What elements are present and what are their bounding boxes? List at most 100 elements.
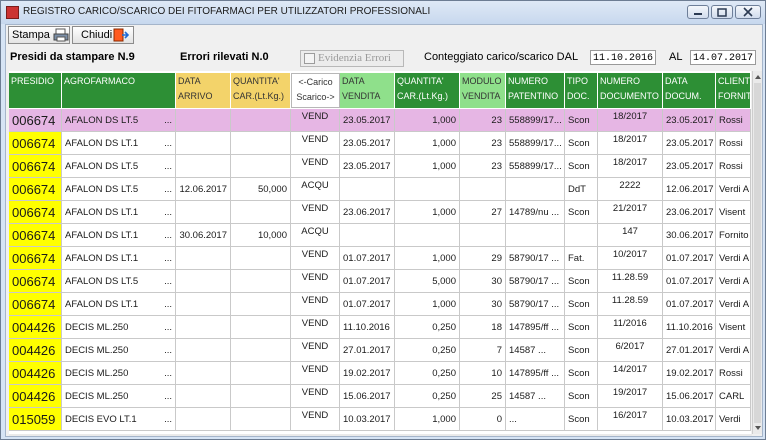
cell-tipo-mov[interactable]: VEND <box>291 247 340 270</box>
table-row[interactable]: 004426 DECIS ML.250... VEND 27.01.2017 0,250… <box>9 339 751 362</box>
cell-data-doc[interactable]: 01.07.2017 <box>663 270 716 293</box>
cell-num-doc[interactable]: 11/2016 <box>598 316 663 339</box>
cell-tipo-mov[interactable]: VEND <box>291 201 340 224</box>
cell-presidio[interactable]: 006674 <box>9 132 62 155</box>
cell-patentino[interactable]: 14587 ... <box>506 339 565 362</box>
cell-tipo-mov[interactable]: ACQU <box>291 224 340 247</box>
scroll-track[interactable] <box>754 83 761 423</box>
register-grid[interactable]: PRESIDIO AGROFARMACO DATA ARRIVO QUANTITA… <box>9 71 751 434</box>
cell-agro[interactable]: AFALON DS LT.1... <box>62 201 176 224</box>
col-header-numero-doc[interactable]: NUMERO DOCUMENTO <box>598 73 663 108</box>
cell-data-arrivo[interactable] <box>176 293 231 316</box>
minimize-button[interactable] <box>687 5 709 19</box>
cell-presidio[interactable]: 006674 <box>9 224 62 247</box>
col-header-modulo[interactable]: MODULO VENDITA <box>460 73 506 108</box>
cell-cliente[interactable]: Verdi A <box>716 178 751 201</box>
cell-qta-vend[interactable]: 1,000 <box>395 132 460 155</box>
col-header-data-arrivo[interactable]: DATA ARRIVO <box>176 73 231 108</box>
cell-agro[interactable]: AFALON DS LT.1... <box>62 247 176 270</box>
cell-qta-car[interactable] <box>231 316 291 339</box>
cell-patentino[interactable]: ... <box>506 408 565 431</box>
cell-num-doc[interactable]: 14/2017 <box>598 362 663 385</box>
cell-qta-vend[interactable]: 1,000 <box>395 109 460 132</box>
col-header-cliente[interactable]: CLIENTE FORNITORE <box>716 73 751 108</box>
cell-cliente[interactable]: Verdi A <box>716 247 751 270</box>
cell-presidio[interactable]: 006674 <box>9 270 62 293</box>
cell-qta-car[interactable] <box>231 270 291 293</box>
cell-qta-vend[interactable]: 1,000 <box>395 201 460 224</box>
cell-tipo-doc[interactable]: Scon <box>565 385 598 408</box>
cell-data-doc[interactable]: 23.05.2017 <box>663 109 716 132</box>
cell-agro[interactable]: AFALON DS LT.1... <box>62 132 176 155</box>
table-row[interactable]: 006674 AFALON DS LT.5... VEND 23.05.2017 1,0… <box>9 109 751 132</box>
cell-data-doc[interactable]: 12.06.2017 <box>663 178 716 201</box>
cell-agro[interactable]: AFALON DS LT.5... <box>62 178 176 201</box>
cell-data-vendita[interactable] <box>340 178 395 201</box>
cell-num-doc[interactable]: 147 <box>598 224 663 247</box>
cell-tipo-mov[interactable]: VEND <box>291 385 340 408</box>
cell-presidio[interactable]: 015059 <box>9 408 62 431</box>
cell-qta-car[interactable] <box>231 362 291 385</box>
cell-modulo[interactable]: 30 <box>460 270 506 293</box>
cell-data-vendita[interactable]: 23.05.2017 <box>340 109 395 132</box>
cell-patentino[interactable]: 147895/ff ... <box>506 362 565 385</box>
cell-data-arrivo[interactable] <box>176 339 231 362</box>
cell-num-doc[interactable]: 18/2017 <box>598 109 663 132</box>
cell-num-doc[interactable]: 10/2017 <box>598 247 663 270</box>
col-header-qta-vendita[interactable]: QUANTITA' CAR.(Lt.Kg.) <box>395 73 460 108</box>
cell-data-vendita[interactable]: 15.06.2017 <box>340 385 395 408</box>
cell-presidio[interactable]: 006674 <box>9 109 62 132</box>
cell-data-arrivo[interactable] <box>176 155 231 178</box>
cell-data-vendita[interactable] <box>340 224 395 247</box>
cell-tipo-mov[interactable]: VEND <box>291 132 340 155</box>
cell-presidio[interactable]: 004426 <box>9 339 62 362</box>
cell-cliente[interactable]: Visent <box>716 201 751 224</box>
cell-data-doc[interactable]: 23.05.2017 <box>663 155 716 178</box>
cell-qta-vend[interactable]: 0,250 <box>395 385 460 408</box>
cell-modulo[interactable]: 18 <box>460 316 506 339</box>
cell-data-vendita[interactable]: 27.01.2017 <box>340 339 395 362</box>
cell-qta-vend[interactable]: 0,250 <box>395 316 460 339</box>
cell-tipo-doc[interactable]: Scon <box>565 155 598 178</box>
cell-qta-vend[interactable]: 1,000 <box>395 155 460 178</box>
cell-qta-vend[interactable]: 1,000 <box>395 408 460 431</box>
horizontal-scrollbar[interactable] <box>9 434 752 436</box>
cell-qta-car[interactable] <box>231 155 291 178</box>
cell-modulo[interactable]: 27 <box>460 201 506 224</box>
col-header-presidio[interactable]: PRESIDIO <box>9 73 62 108</box>
cell-data-arrivo[interactable] <box>176 316 231 339</box>
highlight-errors-checkbox[interactable]: Evidenzia Errori <box>300 50 404 67</box>
cell-presidio[interactable]: 006674 <box>9 201 62 224</box>
table-row[interactable]: 004426 DECIS ML.250... VEND 15.06.2017 0,250… <box>9 385 751 408</box>
cell-patentino[interactable]: 558899/17... <box>506 132 565 155</box>
cell-data-arrivo[interactable]: 30.06.2017 <box>176 224 231 247</box>
table-row[interactable]: 006674 AFALON DS LT.1... VEND 01.07.2017 1,0… <box>9 293 751 316</box>
cell-qta-vend[interactable]: 0,250 <box>395 362 460 385</box>
table-row[interactable]: 006674 AFALON DS LT.1... 30.06.2017 10,000 A… <box>9 224 751 247</box>
cell-patentino[interactable] <box>506 178 565 201</box>
cell-data-doc[interactable]: 01.07.2017 <box>663 247 716 270</box>
cell-data-doc[interactable]: 01.07.2017 <box>663 293 716 316</box>
table-row[interactable]: 006674 AFALON DS LT.5... VEND 01.07.2017 5,0… <box>9 270 751 293</box>
table-row[interactable]: 004426 DECIS ML.250... VEND 19.02.2017 0,250… <box>9 362 751 385</box>
cell-data-doc[interactable]: 27.01.2017 <box>663 339 716 362</box>
cell-qta-vend[interactable]: 1,000 <box>395 247 460 270</box>
cell-num-doc[interactable]: 11.28.59 <box>598 293 663 316</box>
cell-agro[interactable]: AFALON DS LT.1... <box>62 224 176 247</box>
cell-tipo-mov[interactable]: VEND <box>291 270 340 293</box>
cell-agro[interactable]: DECIS ML.250... <box>62 385 176 408</box>
cell-data-vendita[interactable]: 10.03.2017 <box>340 408 395 431</box>
table-row[interactable]: 006674 AFALON DS LT.1... VEND 23.06.2017 1,0… <box>9 201 751 224</box>
cell-agro[interactable]: AFALON DS LT.5... <box>62 109 176 132</box>
cell-tipo-mov[interactable]: VEND <box>291 293 340 316</box>
table-row[interactable]: 006674 AFALON DS LT.5... 12.06.2017 50,000 A… <box>9 178 751 201</box>
cell-cliente[interactable]: Rossi <box>716 109 751 132</box>
cell-qta-car[interactable] <box>231 109 291 132</box>
cell-data-doc[interactable]: 11.10.2016 <box>663 316 716 339</box>
cell-agro[interactable]: DECIS ML.250... <box>62 362 176 385</box>
cell-patentino[interactable] <box>506 224 565 247</box>
cell-agro[interactable]: DECIS EVO LT.1... <box>62 408 176 431</box>
cell-presidio[interactable]: 006674 <box>9 293 62 316</box>
cell-data-arrivo[interactable] <box>176 362 231 385</box>
cell-presidio[interactable]: 004426 <box>9 316 62 339</box>
